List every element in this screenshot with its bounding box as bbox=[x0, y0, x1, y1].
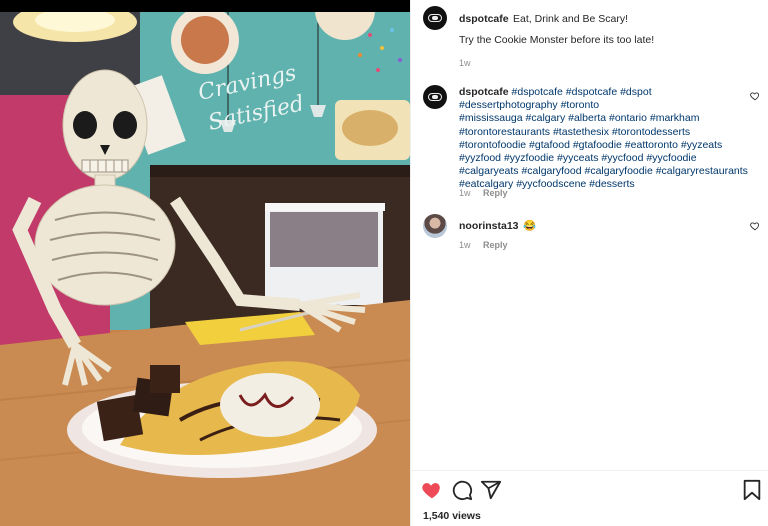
comment-2-like-icon[interactable] bbox=[750, 221, 760, 231]
post-photo[interactable]: Cravings Satisfied bbox=[0, 0, 410, 526]
caption-age[interactable]: 1w bbox=[459, 58, 471, 68]
photo-top-bar bbox=[0, 0, 410, 12]
share-icon[interactable] bbox=[480, 479, 502, 501]
caption-line-2: Try the Cookie Monster before its too la… bbox=[459, 34, 655, 46]
comment-1-body: dspotcafe #dspotcafe #dspotcafe #dspot #… bbox=[459, 86, 751, 192]
comment-1-meta: 1w Reply bbox=[459, 188, 518, 198]
post-side-panel: dspotcafe Eat, Drink and Be Scary! Try t… bbox=[410, 0, 768, 526]
comment-1: dspotcafe #dspotcafe #dspotcafe #dspot #… bbox=[459, 86, 751, 192]
comment-1-age[interactable]: 1w bbox=[459, 188, 471, 198]
dspotcafe-logo-icon bbox=[428, 93, 442, 101]
comment-2-emoji: 😂 bbox=[522, 220, 537, 232]
bookmark-icon[interactable] bbox=[742, 479, 762, 501]
hashtags-line[interactable]: #yyzfood #yyzfoodie #yyceats #yycfood #y… bbox=[459, 152, 697, 164]
hashtags-line[interactable]: #torontorestaurants #tastethesix #toront… bbox=[459, 126, 690, 138]
comment-1-username[interactable]: dspotcafe bbox=[459, 86, 509, 98]
comment-1-reply-button[interactable]: Reply bbox=[483, 188, 508, 198]
hashtags-line[interactable]: #calgaryeats #calgaryfood #calgaryfoodie… bbox=[459, 165, 748, 177]
heart-filled-icon[interactable] bbox=[421, 479, 443, 501]
dspotcafe-avatar[interactable] bbox=[423, 6, 447, 30]
comment-2: noorinsta13 😂 bbox=[459, 216, 739, 234]
comment-1-like-icon[interactable] bbox=[750, 91, 760, 101]
caption-username[interactable]: dspotcafe bbox=[459, 13, 509, 25]
comment-2-age[interactable]: 1w bbox=[459, 240, 471, 250]
comment-2-reply-button[interactable]: Reply bbox=[483, 240, 508, 250]
caption-text: Eat, Drink and Be Scary! bbox=[513, 13, 629, 25]
comment-2-username[interactable]: noorinsta13 bbox=[459, 220, 519, 232]
hashtags-line[interactable]: #mississauga #calgary #alberta #ontario … bbox=[459, 112, 699, 124]
caption: dspotcafe Eat, Drink and Be Scary! bbox=[459, 9, 759, 27]
comment-icon[interactable] bbox=[451, 479, 473, 501]
post-photo-illustration: Cravings Satisfied bbox=[0, 0, 410, 526]
views-count[interactable]: 1,540 views bbox=[423, 510, 481, 522]
hashtags-line[interactable]: #torontofoodie #gtafood #gtafoodie #eatt… bbox=[459, 139, 722, 151]
comment-2-meta: 1w Reply bbox=[459, 240, 518, 250]
comment-2-avatar[interactable] bbox=[423, 214, 447, 238]
dspotcafe-logo-icon bbox=[428, 14, 442, 22]
comment-1-avatar[interactable] bbox=[423, 85, 447, 109]
